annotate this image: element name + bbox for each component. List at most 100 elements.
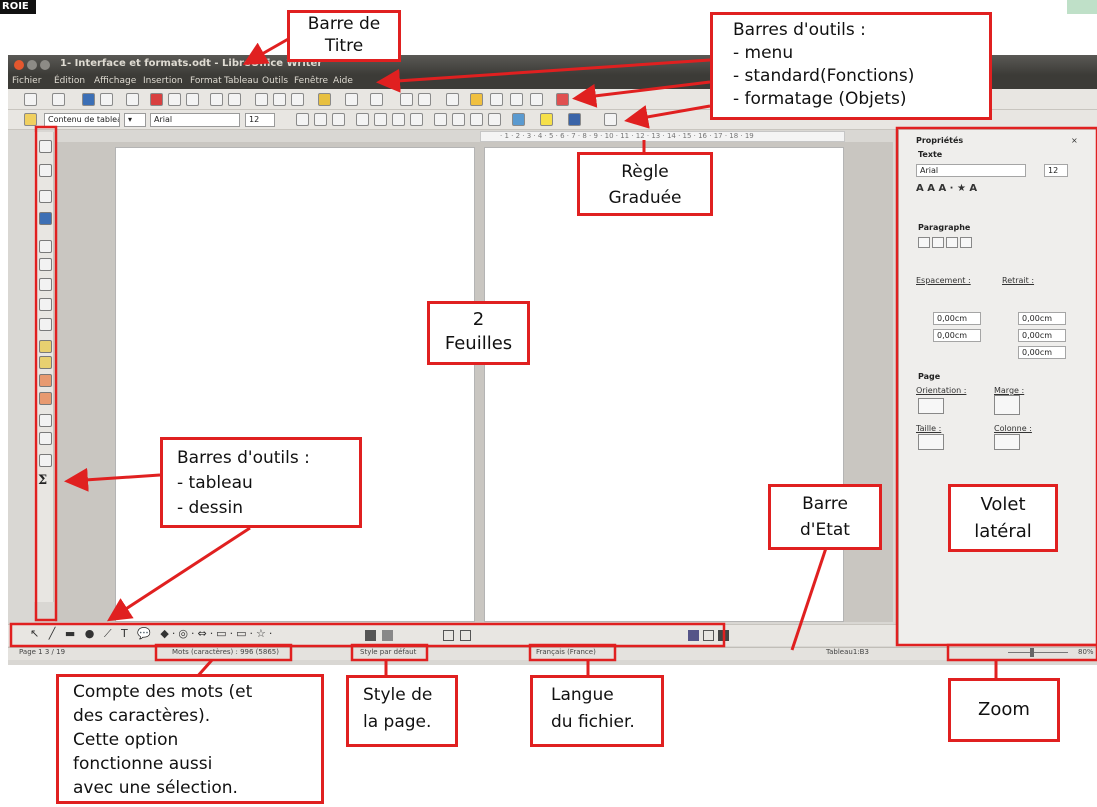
minimize-window-button[interactable] xyxy=(27,60,37,70)
image-from-file-icon[interactable] xyxy=(382,630,393,641)
sidebar-text-section[interactable]: Texte xyxy=(918,150,942,159)
sidebar-text-format-icons[interactable]: A A A · ★ A xyxy=(916,183,977,194)
data-sources-icon[interactable] xyxy=(510,93,523,106)
status-language[interactable]: Français (France) xyxy=(536,648,596,656)
sidebar-margin-button[interactable] xyxy=(994,395,1020,415)
paste-icon[interactable] xyxy=(291,93,304,106)
background-color-icon[interactable] xyxy=(568,113,581,126)
font-size-combo[interactable]: 12 xyxy=(245,113,275,127)
highlight-icon[interactable] xyxy=(540,113,553,126)
print-icon[interactable] xyxy=(168,93,181,106)
zoom-slider[interactable] xyxy=(1008,652,1068,653)
drawing-tools-icons[interactable]: ↖ ╱ ▬ ● ⟋ T 💬 ◆·◎·⇔·▭·▭·☆· xyxy=(30,627,275,641)
decrease-indent-icon[interactable] xyxy=(470,113,483,126)
table-align-center-icon[interactable] xyxy=(39,298,52,311)
font-color-icon[interactable] xyxy=(512,113,525,126)
status-page-style[interactable]: Style par défaut xyxy=(360,648,416,656)
menu-fenetre[interactable]: Fenêtre xyxy=(294,76,328,86)
insert-column-icon[interactable] xyxy=(39,356,52,369)
table-cell-icon[interactable] xyxy=(39,258,52,271)
fontwork-icon[interactable] xyxy=(365,630,376,641)
navigator-icon[interactable] xyxy=(470,93,483,106)
insert-row-icon[interactable] xyxy=(39,340,52,353)
send-back-icon[interactable] xyxy=(718,630,729,641)
sidebar-indent-first-field[interactable]: 0,00cm xyxy=(1018,346,1066,359)
sidebar-spacing-above-field[interactable]: 0,00cm xyxy=(933,312,981,325)
underline-icon[interactable] xyxy=(332,113,345,126)
table-merge-icon[interactable] xyxy=(39,164,52,177)
table-icon[interactable] xyxy=(418,93,431,106)
styles-icon[interactable] xyxy=(24,113,37,126)
align-left-icon[interactable] xyxy=(356,113,369,126)
print-preview-icon[interactable] xyxy=(186,93,199,106)
gallery-icon[interactable] xyxy=(490,93,503,106)
sidebar-size-button[interactable] xyxy=(918,434,944,450)
copy-icon[interactable] xyxy=(273,93,286,106)
table-properties-icon[interactable] xyxy=(604,113,617,126)
formatting-marks-icon[interactable] xyxy=(530,93,543,106)
sidebar-spacing-below-field[interactable]: 0,00cm xyxy=(933,329,981,342)
numbering-icon[interactable] xyxy=(452,113,465,126)
table-select-icon[interactable] xyxy=(39,414,52,427)
increase-indent-icon[interactable] xyxy=(488,113,501,126)
close-window-button[interactable] xyxy=(14,60,24,70)
table-split-icon[interactable] xyxy=(39,190,52,203)
menu-fichier[interactable]: Fichier xyxy=(12,76,41,86)
sidebar-orientation-button[interactable] xyxy=(918,398,944,414)
cut-icon[interactable] xyxy=(255,93,268,106)
status-zoom[interactable]: 80% xyxy=(1078,648,1094,656)
table-align-top-icon[interactable] xyxy=(39,278,52,291)
sidebar-font-name[interactable]: Arial xyxy=(916,164,1026,177)
sum-icon[interactable]: Σ xyxy=(38,473,47,488)
edit-mode-icon[interactable] xyxy=(126,93,139,106)
align-right-icon[interactable] xyxy=(392,113,405,126)
delete-column-icon[interactable] xyxy=(39,392,52,405)
glue-points-icon[interactable] xyxy=(460,630,471,641)
clone-formatting-icon[interactable] xyxy=(318,93,331,106)
autospellcheck-icon[interactable] xyxy=(228,93,241,106)
zoom-slider-handle[interactable] xyxy=(1030,648,1034,657)
paragraph-style-combo[interactable]: Contenu de tableau xyxy=(44,113,120,127)
menu-outils[interactable]: Outils xyxy=(262,76,288,86)
redo-icon[interactable] xyxy=(370,93,383,106)
sidebar-indent-after-field[interactable]: 0,00cm xyxy=(1018,329,1066,342)
spellcheck-icon[interactable] xyxy=(210,93,223,106)
hyperlink-icon[interactable] xyxy=(400,93,413,106)
table-color-icon[interactable] xyxy=(39,212,52,225)
maximize-window-button[interactable] xyxy=(40,60,50,70)
undo-icon[interactable] xyxy=(345,93,358,106)
delete-row-icon[interactable] xyxy=(39,374,52,387)
sidebar-close-icon[interactable]: × xyxy=(1071,136,1078,145)
sidebar-font-size[interactable]: 12 xyxy=(1044,164,1068,177)
status-page[interactable]: Page 1 3 / 19 xyxy=(19,648,65,656)
save-icon[interactable] xyxy=(82,93,95,106)
bullets-icon[interactable] xyxy=(434,113,447,126)
page-left[interactable] xyxy=(115,147,475,622)
new-document-icon[interactable] xyxy=(24,93,37,106)
number-format-icon[interactable] xyxy=(39,454,52,467)
table-align-bottom-icon[interactable] xyxy=(39,318,52,331)
justify-icon[interactable] xyxy=(410,113,423,126)
image-icon[interactable] xyxy=(446,93,459,106)
table-insert-icon[interactable] xyxy=(39,140,52,153)
font-name-combo[interactable]: Arial xyxy=(150,113,240,127)
menu-aide[interactable]: Aide xyxy=(333,76,353,86)
points-icon[interactable] xyxy=(443,630,454,641)
bring-front-icon[interactable] xyxy=(703,630,714,641)
sidebar-paragraph-section[interactable]: Paragraphe xyxy=(918,223,970,232)
sidebar-align-center-icon[interactable] xyxy=(932,237,944,248)
page-right[interactable] xyxy=(484,147,844,622)
help-icon[interactable] xyxy=(556,93,569,106)
table-properties-left-icon[interactable] xyxy=(39,432,52,445)
sidebar-indent-before-field[interactable]: 0,00cm xyxy=(1018,312,1066,325)
sidebar-align-left-icon[interactable] xyxy=(918,237,930,248)
bold-icon[interactable] xyxy=(296,113,309,126)
export-pdf-icon[interactable] xyxy=(150,93,163,106)
email-icon[interactable] xyxy=(100,93,113,106)
status-word-count[interactable]: Mots (caractères) : 996 (5865) xyxy=(172,648,279,656)
align-center-icon[interactable] xyxy=(374,113,387,126)
table-borders-icon[interactable] xyxy=(39,240,52,253)
italic-icon[interactable] xyxy=(314,113,327,126)
extrusion-icon[interactable] xyxy=(688,630,699,641)
paragraph-style-dropdown[interactable]: ▾ xyxy=(124,113,146,127)
